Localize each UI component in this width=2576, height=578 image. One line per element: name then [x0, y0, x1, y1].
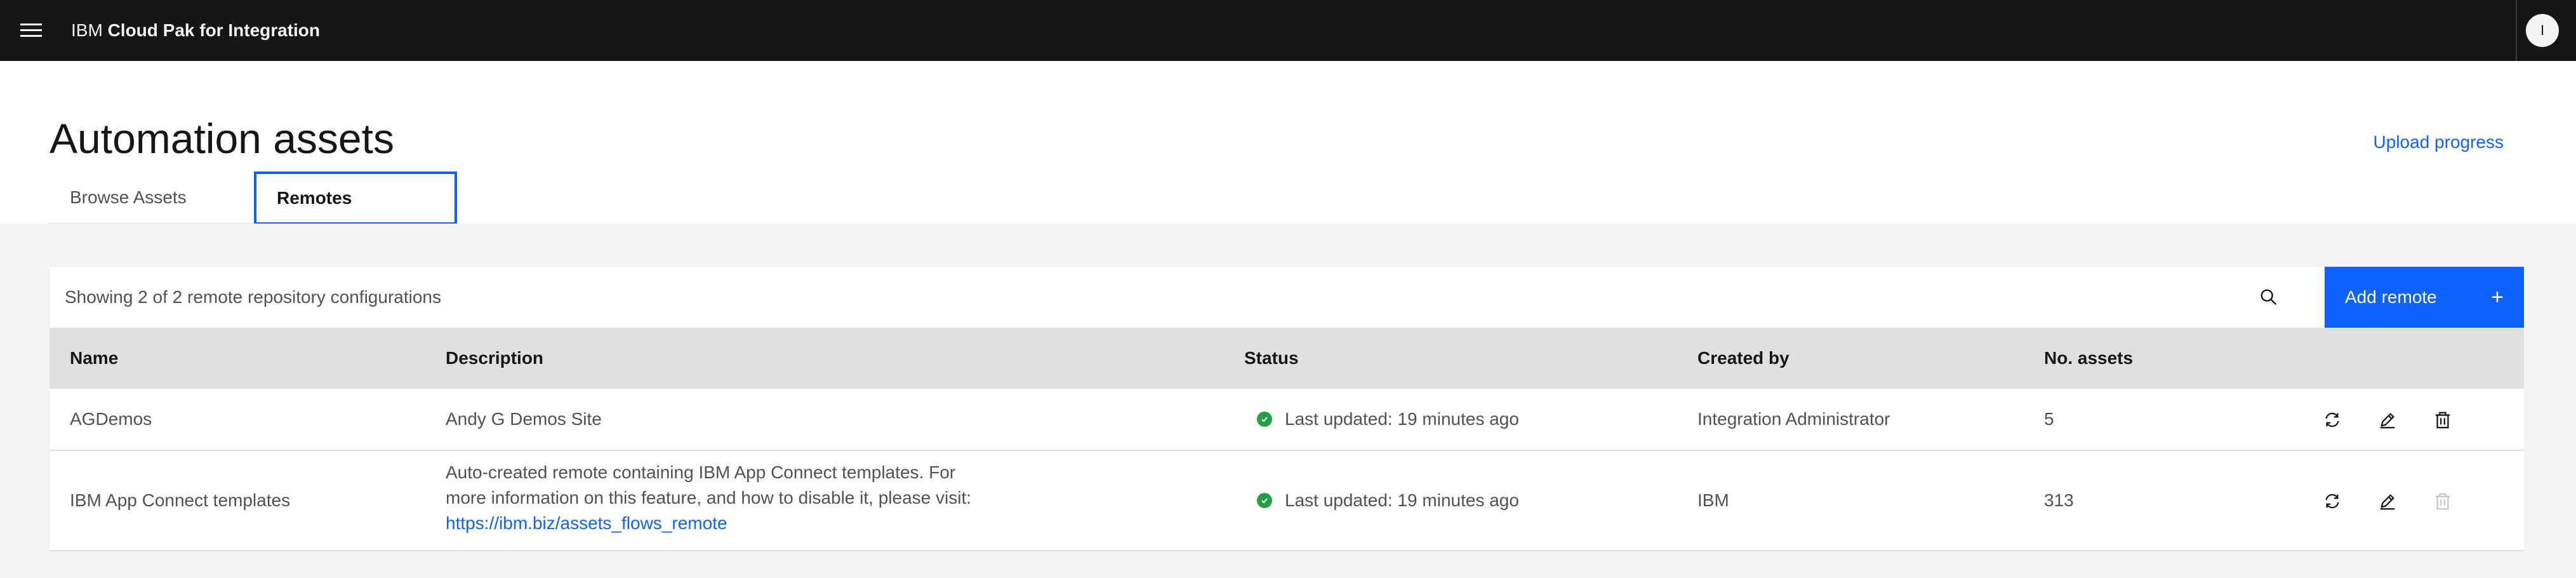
sync-icon[interactable] [2317, 405, 2347, 435]
cell-description: Auto-created remote containing IBM App C… [446, 460, 992, 536]
tab-remotes[interactable]: Remotes [254, 171, 457, 225]
checkmark-filled-icon [1257, 412, 1272, 427]
column-header-description[interactable]: Description [446, 346, 543, 371]
header-divider [2516, 0, 2517, 61]
hamburger-menu-icon[interactable] [15, 14, 47, 46]
search-icon[interactable] [2254, 282, 2284, 313]
page-title: Automation assets [50, 115, 394, 162]
cell-description: Andy G Demos Site [446, 409, 602, 429]
brand-product: Cloud Pak for Integration [107, 20, 321, 40]
status-text: Last updated: 19 minutes ago [1285, 409, 1519, 429]
app-brand[interactable]: IBM Cloud Pak for Integration [71, 17, 320, 44]
app-header: IBM Cloud Pak for Integration I [0, 0, 2576, 61]
edit-icon[interactable] [2372, 486, 2403, 516]
plus-icon: + [2491, 285, 2504, 309]
cell-status: Last updated: 19 minutes ago [1257, 407, 1519, 432]
description-link[interactable]: https://ibm.biz/assets_flows_remote [446, 513, 727, 533]
trash-icon [2427, 486, 2458, 516]
trash-icon[interactable] [2427, 405, 2458, 435]
checkmark-filled-icon [1257, 493, 1272, 508]
result-count: Showing 2 of 2 remote repository configu… [65, 287, 441, 307]
tab-list: Browse Assets Remotes [50, 171, 457, 225]
column-header-created-by[interactable]: Created by [1697, 346, 1789, 371]
table-row[interactable]: IBM App Connect templates Auto-created r… [50, 451, 2524, 551]
user-avatar[interactable]: I [2526, 14, 2559, 47]
cell-name: AGDemos [70, 409, 152, 429]
status-text: Last updated: 19 minutes ago [1285, 490, 1519, 510]
upload-progress-link[interactable]: Upload progress [2374, 130, 2504, 155]
table-toolbar: Showing 2 of 2 remote repository configu… [50, 267, 2524, 328]
table-row[interactable]: AGDemos Andy G Demos Site Last updated: … [50, 389, 2524, 451]
cell-assets: 5 [2044, 409, 2054, 429]
cell-assets: 313 [2044, 490, 2074, 510]
add-remote-label: Add remote [2345, 287, 2437, 307]
cell-created-by: Integration Administrator [1697, 409, 1890, 429]
remotes-table: Name Description Status Created by No. a… [50, 328, 2524, 551]
add-remote-button[interactable]: Add remote + [2325, 267, 2524, 328]
tab-browse-assets[interactable]: Browse Assets [50, 171, 254, 225]
cell-created-by: IBM [1697, 490, 1729, 510]
brand-prefix: IBM [71, 20, 103, 40]
table-header: Name Description Status Created by No. a… [50, 328, 2524, 389]
column-header-name[interactable]: Name [70, 346, 118, 371]
description-text: Auto-created remote containing IBM App C… [446, 462, 971, 507]
sync-icon[interactable] [2317, 486, 2347, 516]
cell-status: Last updated: 19 minutes ago [1257, 488, 1519, 513]
cell-name: IBM App Connect templates [70, 490, 291, 510]
column-header-assets[interactable]: No. assets [2044, 346, 2133, 371]
edit-icon[interactable] [2372, 405, 2403, 435]
column-header-status[interactable]: Status [1244, 346, 1299, 371]
